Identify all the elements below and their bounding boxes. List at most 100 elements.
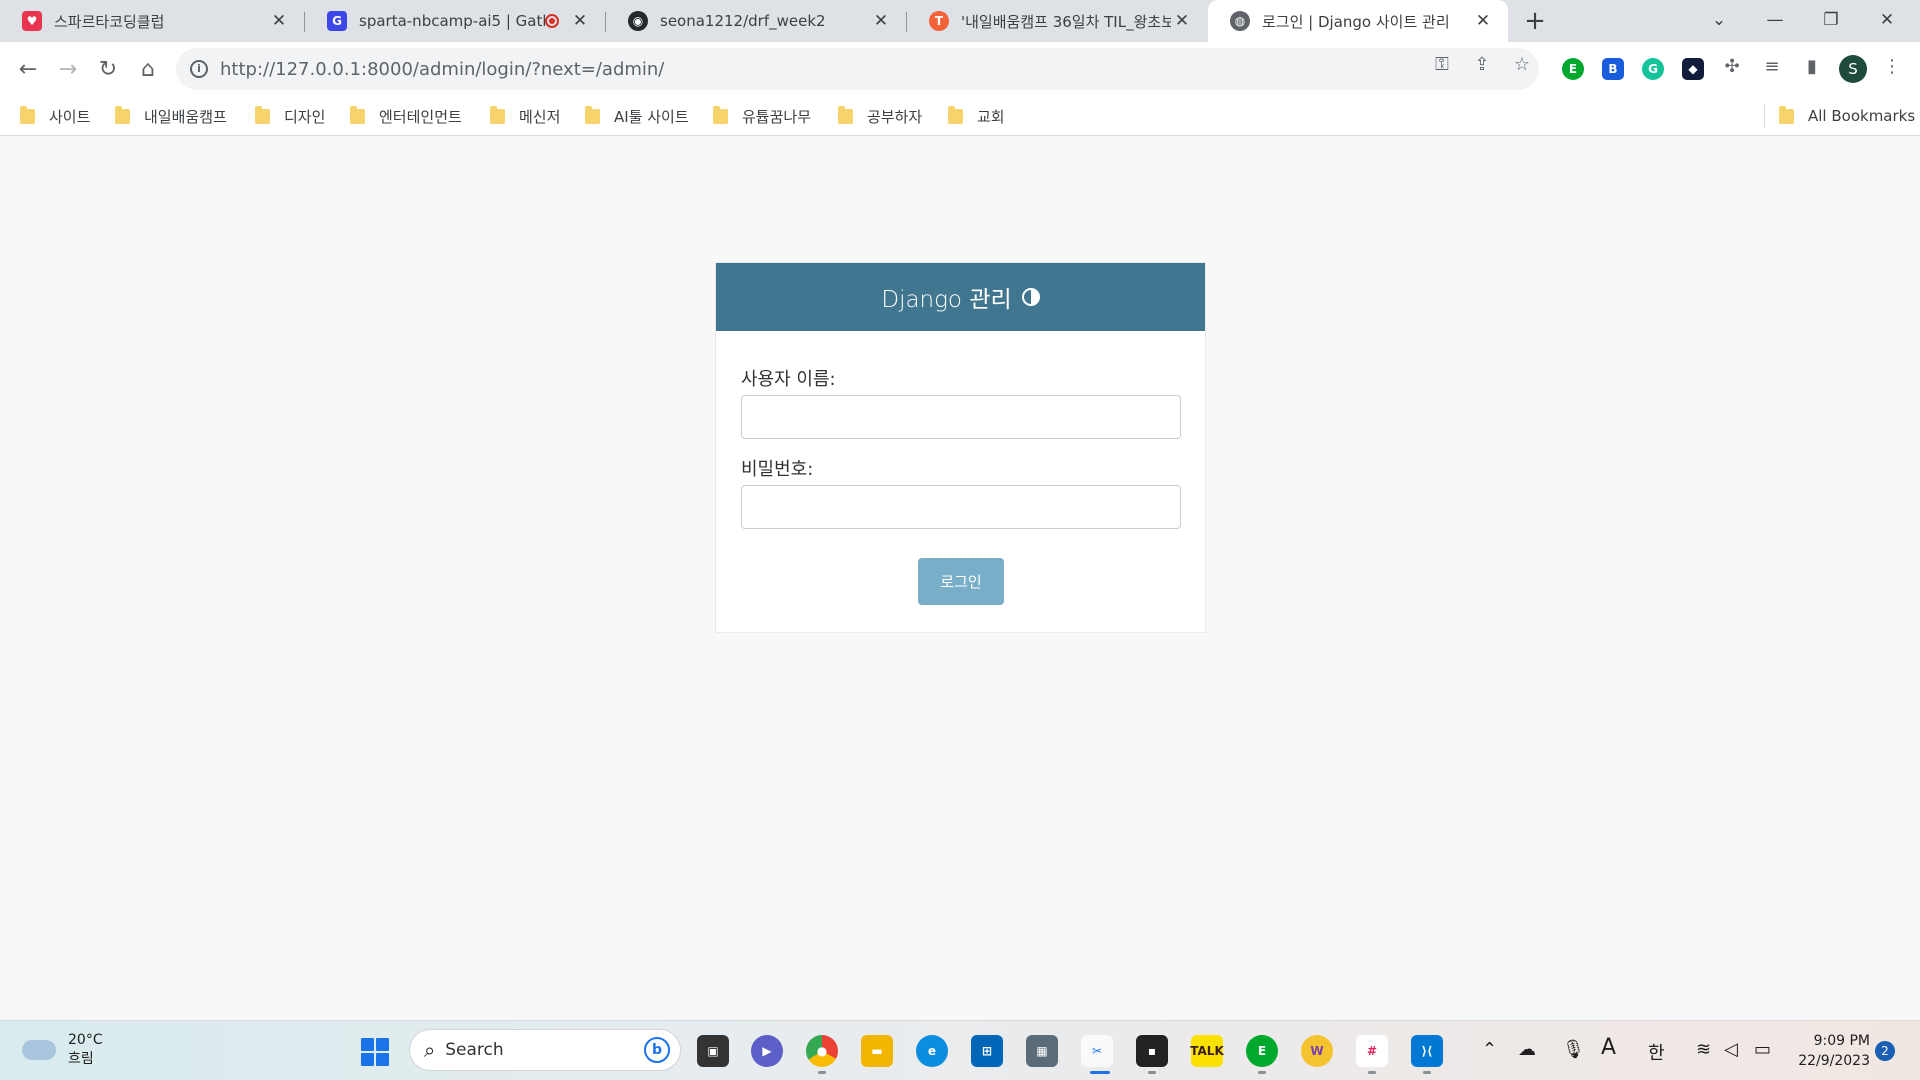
tab-django-login[interactable]: ◍ 로그인 | Django 사이트 관리 ✕ [1208, 0, 1508, 42]
bookmark-folder[interactable]: 유튭꿈나무 [713, 104, 811, 128]
reload-icon[interactable]: ↻ [92, 53, 124, 85]
address-bar[interactable]: i http://127.0.0.1:8000/admin/login/?nex… [176, 48, 1539, 90]
file-explorer-icon[interactable]: ▬ [861, 1035, 893, 1067]
wifi-icon[interactable]: ≋ [1696, 1039, 1711, 1060]
extensions-puzzle-icon[interactable]: ✣ [1720, 56, 1744, 77]
folder-icon [585, 105, 600, 124]
weather-widget[interactable]: 20°C 흐림 [22, 1031, 103, 1069]
evernote-extension-icon[interactable]: E [1562, 58, 1584, 80]
sticky-notes-icon[interactable]: ▪ [1136, 1035, 1168, 1067]
sparta-heart-icon: ♥ [22, 11, 42, 31]
vscode-icon[interactable]: ⟩⟨ [1411, 1035, 1443, 1067]
slack-icon[interactable]: # [1356, 1035, 1388, 1067]
close-window-button[interactable]: ✕ [1859, 0, 1915, 40]
onedrive-icon[interactable]: ☁ [1518, 1039, 1536, 1060]
bookmark-star-icon[interactable]: ☆ [1510, 54, 1534, 75]
bookmark-folder[interactable]: 내일배움캠프 [115, 104, 227, 128]
chevron-up-icon[interactable]: ⌃ [1482, 1039, 1497, 1060]
extension-icon[interactable]: ◆ [1682, 58, 1704, 80]
tab-title: 로그인 | Django 사이트 관리 [1262, 12, 1450, 31]
weather-desc: 흐림 [68, 1051, 94, 1067]
running-indicator [1368, 1071, 1376, 1074]
calculator-icon[interactable]: ▦ [1026, 1035, 1058, 1067]
taskbar: 20°C 흐림 ⌕ Search b ▣ ▶ ● ▬ e ⊞ ▦ ✂ ▪ TAL… [0, 1020, 1920, 1080]
tab-title: 스파르타코딩클럽 [54, 12, 165, 31]
teams-chat-icon[interactable]: ▶ [751, 1035, 783, 1067]
password-label: 비밀번호: [741, 459, 814, 480]
share-icon[interactable]: ⇪ [1470, 54, 1494, 75]
running-indicator [1423, 1071, 1431, 1074]
bookmarks-bar: 사이트 내일배움캠프 디자인 엔터테인먼트 메신저 AI툴 사이트 유튭꿈나무 … [0, 96, 1920, 136]
bookmark-folder[interactable]: 사이트 [20, 104, 90, 128]
tab-title: sparta-nbcamp-ai5 | Gather [359, 12, 545, 30]
key-icon[interactable]: ⚿ [1430, 54, 1454, 75]
edge-icon[interactable]: e [916, 1035, 948, 1067]
home-icon[interactable]: ⌂ [132, 53, 164, 85]
bookmark-folder[interactable]: 메신저 [490, 104, 560, 128]
search-icon: ⌕ [424, 1038, 436, 1062]
running-indicator [818, 1071, 826, 1074]
folder-icon [255, 105, 270, 124]
font-icon[interactable]: A [1601, 1035, 1616, 1060]
date: 22/9/2023 [1798, 1053, 1870, 1069]
bookmark-folder[interactable]: 엔터테인먼트 [350, 104, 462, 128]
snipping-tool-icon[interactable]: ✂ [1081, 1035, 1113, 1067]
new-tab-button[interactable]: + [1520, 6, 1550, 36]
battery-icon[interactable]: ▭ [1754, 1039, 1771, 1060]
bookmark-folder[interactable]: 공부하자 [838, 104, 922, 128]
notification-badge[interactable]: 2 [1875, 1041, 1895, 1061]
tab-close-icon[interactable]: ✕ [1472, 11, 1494, 31]
bookmark-folder[interactable]: 교회 [948, 104, 1005, 128]
microphone-icon[interactable]: 🎙 [1562, 1039, 1585, 1060]
gather-icon: G [327, 11, 347, 31]
site-title: Django 관리 [881, 287, 1012, 313]
site-info-icon[interactable]: i [190, 60, 208, 78]
url-text[interactable]: http://127.0.0.1:8000/admin/login/?next=… [220, 59, 664, 80]
profile-avatar[interactable]: S [1839, 55, 1867, 83]
folder-icon [490, 105, 505, 124]
side-panel-icon[interactable]: ▮ [1800, 56, 1824, 77]
menu-icon[interactable]: ⋮ [1880, 56, 1904, 77]
tab-github[interactable]: ◉ seona1212/drf_week2 ✕ [606, 0, 906, 42]
search-placeholder: Search [445, 1040, 504, 1060]
tab-close-icon[interactable]: ✕ [870, 11, 892, 31]
taskbar-search[interactable]: ⌕ Search b [409, 1029, 681, 1071]
folder-icon [20, 105, 35, 124]
tab-close-icon[interactable]: ✕ [268, 11, 290, 31]
windows-start-icon[interactable] [361, 1038, 389, 1066]
bing-icon[interactable]: b [644, 1037, 670, 1063]
forward-icon[interactable]: → [52, 53, 84, 85]
all-bookmarks[interactable]: All Bookmarks [1779, 104, 1915, 128]
theme-toggle-icon[interactable] [1021, 288, 1040, 306]
password-input[interactable] [741, 485, 1181, 529]
evernote-icon[interactable]: E [1246, 1035, 1278, 1067]
tab-close-icon[interactable]: ✕ [569, 11, 591, 31]
globe-icon: ◍ [1230, 11, 1250, 31]
grammarly-extension-icon[interactable]: G [1642, 58, 1664, 80]
folder-icon [1779, 105, 1794, 124]
running-indicator [1148, 1071, 1156, 1074]
media-control-icon[interactable]: ≡ [1760, 56, 1784, 77]
kakaotalk-icon[interactable]: TALK [1190, 1035, 1224, 1067]
task-view-icon[interactable]: ▣ [697, 1035, 729, 1067]
volume-icon[interactable]: ◁ [1724, 1039, 1738, 1060]
tab-search-icon[interactable]: ⌄ [1691, 0, 1747, 40]
tab-gather[interactable]: G sparta-nbcamp-ai5 | Gather ✕ [305, 0, 605, 42]
bitwarden-extension-icon[interactable]: B [1602, 58, 1624, 80]
bookmark-folder[interactable]: 디자인 [255, 104, 325, 128]
tab-sparta[interactable]: ♥ 스파르타코딩클럽 ✕ [0, 0, 304, 42]
app-icon[interactable]: W [1301, 1035, 1333, 1067]
restore-button[interactable]: ❐ [1803, 0, 1859, 40]
clock[interactable]: 9:09 PM 22/9/2023 [1788, 1031, 1870, 1071]
chrome-icon[interactable]: ● [806, 1035, 838, 1067]
recording-icon [545, 14, 559, 28]
username-input[interactable] [741, 395, 1181, 439]
back-icon[interactable]: ← [12, 53, 44, 85]
minimize-button[interactable]: — [1747, 0, 1803, 40]
microsoft-store-icon[interactable]: ⊞ [971, 1035, 1003, 1067]
ime-indicator[interactable]: 한 [1648, 1039, 1665, 1065]
tab-tistory[interactable]: T '내일배움캠프 36일차 TIL_왕초보 ✕ [907, 0, 1207, 42]
tab-close-icon[interactable]: ✕ [1171, 11, 1193, 31]
bookmark-folder[interactable]: AI툴 사이트 [585, 104, 689, 128]
login-button[interactable]: 로그인 [918, 558, 1004, 605]
